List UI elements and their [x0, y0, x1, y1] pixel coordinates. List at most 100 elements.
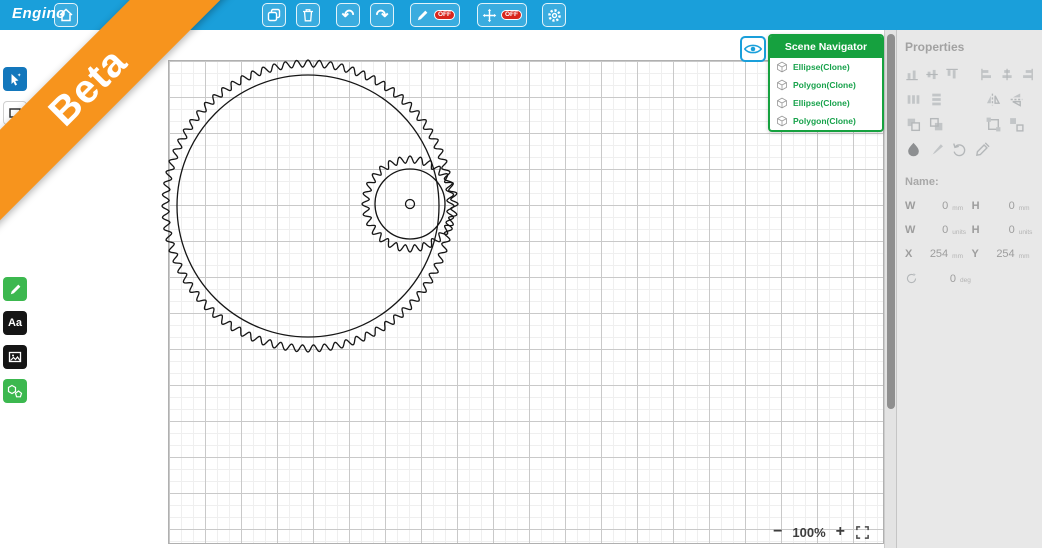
- scene-item-polygon-2[interactable]: Polygon(Clone): [770, 112, 882, 130]
- home-icon: [58, 7, 74, 23]
- bring-forward-icon[interactable]: [905, 116, 922, 133]
- y-value[interactable]: 254: [986, 248, 1015, 260]
- shapes-icon: [7, 383, 23, 399]
- delete-button[interactable]: [296, 3, 320, 27]
- position-row: X 254 mm Y 254 mm: [897, 242, 1042, 266]
- scene-item-polygon-1[interactable]: Polygon(Clone): [770, 76, 882, 94]
- width-mm-unit: mm: [952, 201, 967, 212]
- eyedropper-icon[interactable]: [974, 141, 991, 158]
- trash-icon: [300, 7, 316, 23]
- rotation-value[interactable]: 0: [922, 273, 956, 285]
- scene-item-ellipse-1[interactable]: Ellipse(Clone): [770, 58, 882, 76]
- gear-teeth-outline[interactable]: [162, 60, 454, 352]
- height-mm-unit: mm: [1019, 201, 1034, 212]
- zoom-controls: − 100% +: [773, 524, 870, 540]
- gear-teeth-outline[interactable]: [362, 156, 458, 252]
- cube-icon: [776, 97, 788, 109]
- width-label: W: [905, 224, 915, 236]
- cube-icon: [776, 61, 788, 73]
- visibility-button[interactable]: [740, 36, 766, 62]
- draw-mode-toggle[interactable]: OFF: [410, 3, 460, 27]
- redo-icon: ↷: [376, 8, 389, 23]
- width-units-unit: units: [952, 225, 967, 236]
- size-mm-row: W 0 mm H 0 mm: [897, 194, 1042, 218]
- align-icon-row: [897, 62, 1042, 87]
- text-tool-label: Aa: [8, 317, 22, 329]
- properties-panel: Properties: [896, 30, 1042, 548]
- width-units-value[interactable]: 0: [919, 224, 948, 236]
- scene-item-ellipse-2[interactable]: Ellipse(Clone): [770, 94, 882, 112]
- group-icon[interactable]: [985, 116, 1002, 133]
- undo-button[interactable]: ↶: [336, 3, 360, 27]
- flip-vertical-icon[interactable]: [1008, 91, 1025, 108]
- width-mm-value[interactable]: 0: [919, 200, 948, 212]
- size-units-row: W 0 units H 0 units: [897, 218, 1042, 242]
- rotation-row: 0 deg: [897, 266, 1042, 291]
- y-label: Y: [972, 248, 982, 260]
- distribute-vertical-icon[interactable]: [928, 91, 945, 108]
- height-mm-value[interactable]: 0: [986, 200, 1015, 212]
- undo-icon: ↶: [342, 8, 355, 23]
- duplicate-icon: [266, 7, 282, 23]
- zoom-in-button[interactable]: +: [836, 524, 845, 540]
- scene-item-label: Ellipse(Clone): [793, 62, 850, 72]
- style-tools-icon-row: [897, 137, 1042, 162]
- height-units-value[interactable]: 0: [986, 224, 1015, 236]
- home-button[interactable]: [54, 3, 78, 27]
- rotation-icon: [905, 272, 918, 285]
- move-icon: [482, 8, 497, 23]
- name-field-label: Name:: [897, 162, 1042, 194]
- image-tool-button[interactable]: [3, 345, 27, 369]
- x-label: X: [905, 248, 915, 260]
- drawing-canvas[interactable]: − 100% +: [30, 30, 884, 548]
- scene-item-label: Ellipse(Clone): [793, 98, 850, 108]
- align-bottom-icon[interactable]: [905, 66, 919, 83]
- scene-navigator-title: Scene Navigator: [770, 36, 882, 58]
- eye-icon: [744, 42, 762, 56]
- align-right-icon[interactable]: [1020, 66, 1034, 83]
- brush-icon[interactable]: [928, 141, 945, 158]
- align-left-icon[interactable]: [980, 66, 994, 83]
- height-label: H: [972, 200, 982, 212]
- draw-mode-state-badge: OFF: [434, 10, 455, 21]
- cube-icon: [776, 115, 788, 127]
- rotation-unit: deg: [960, 273, 986, 284]
- history-icon[interactable]: [951, 141, 968, 158]
- cube-icon: [776, 79, 788, 91]
- height-units-unit: units: [1019, 225, 1034, 236]
- align-middle-icon[interactable]: [925, 66, 939, 83]
- duplicate-button[interactable]: [262, 3, 286, 27]
- move-mode-toggle[interactable]: OFF: [477, 3, 527, 27]
- select-tool-button[interactable]: [3, 67, 27, 91]
- scrollbar-thumb[interactable]: [887, 34, 895, 409]
- distribute-horizontal-icon[interactable]: [905, 91, 922, 108]
- order-group-icon-row: [897, 112, 1042, 137]
- ungroup-icon[interactable]: [1008, 116, 1025, 133]
- y-unit: mm: [1019, 249, 1034, 260]
- vertical-scrollbar[interactable]: [884, 30, 896, 548]
- distribute-flip-icon-row: [897, 87, 1042, 112]
- gear-inner-circle[interactable]: [177, 75, 439, 337]
- fullscreen-icon[interactable]: [855, 525, 870, 540]
- redo-button[interactable]: ↷: [370, 3, 394, 27]
- scene-navigator-panel: Scene Navigator Ellipse(Clone) Polygon(C…: [768, 34, 884, 132]
- x-value[interactable]: 254: [919, 248, 948, 260]
- pencil-tool-button[interactable]: [3, 277, 27, 301]
- send-backward-icon[interactable]: [928, 116, 945, 133]
- flip-horizontal-icon[interactable]: [985, 91, 1002, 108]
- gear-shapes-layer[interactable]: [30, 30, 884, 548]
- zoom-out-button[interactable]: −: [773, 524, 782, 540]
- fill-color-icon[interactable]: [905, 141, 922, 158]
- align-top-icon[interactable]: [945, 66, 959, 83]
- x-unit: mm: [952, 249, 967, 260]
- zoom-level: 100%: [792, 525, 825, 540]
- shapes-tool-button[interactable]: [3, 379, 27, 403]
- pencil-icon: [415, 8, 430, 23]
- align-center-icon[interactable]: [1000, 66, 1014, 83]
- engino-app-window: { "app": { "logo_text": "Engino", "beta_…: [0, 0, 1042, 548]
- settings-button[interactable]: [542, 3, 566, 27]
- gear-inner-circle[interactable]: [375, 169, 445, 239]
- gear-center-hole[interactable]: [406, 200, 415, 209]
- gear-icon: [546, 7, 563, 24]
- text-tool-button[interactable]: Aa: [3, 311, 27, 335]
